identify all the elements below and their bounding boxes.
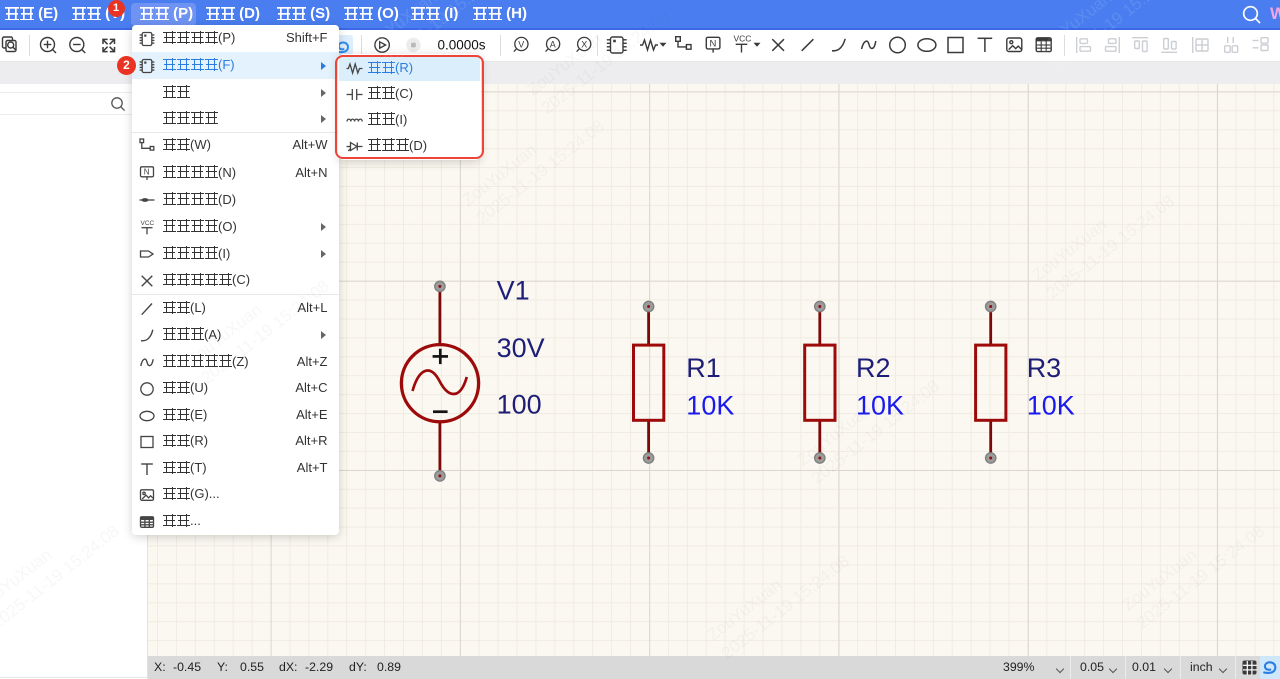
svg-text:N: N: [143, 168, 149, 177]
svg-text:VCC: VCC: [140, 220, 154, 227]
svg-text:X: X: [581, 39, 587, 49]
svg-text:N: N: [710, 39, 717, 50]
svg-text:10K: 10K: [856, 391, 904, 421]
svg-text:10K: 10K: [1027, 391, 1075, 421]
svg-text:30V: 30V: [497, 333, 545, 363]
svg-text:VCC: VCC: [734, 33, 752, 43]
svg-text:0.0000s: 0.0000s: [438, 38, 486, 53]
svg-text:10K: 10K: [686, 391, 734, 421]
svg-text:R1: R1: [686, 353, 721, 383]
svg-text:R3: R3: [1027, 353, 1062, 383]
svg-text:V: V: [518, 39, 524, 49]
svg-text:R2: R2: [856, 353, 891, 383]
svg-text:A: A: [550, 39, 556, 49]
svg-text:100: 100: [497, 390, 542, 420]
svg-text:V1: V1: [497, 276, 530, 306]
